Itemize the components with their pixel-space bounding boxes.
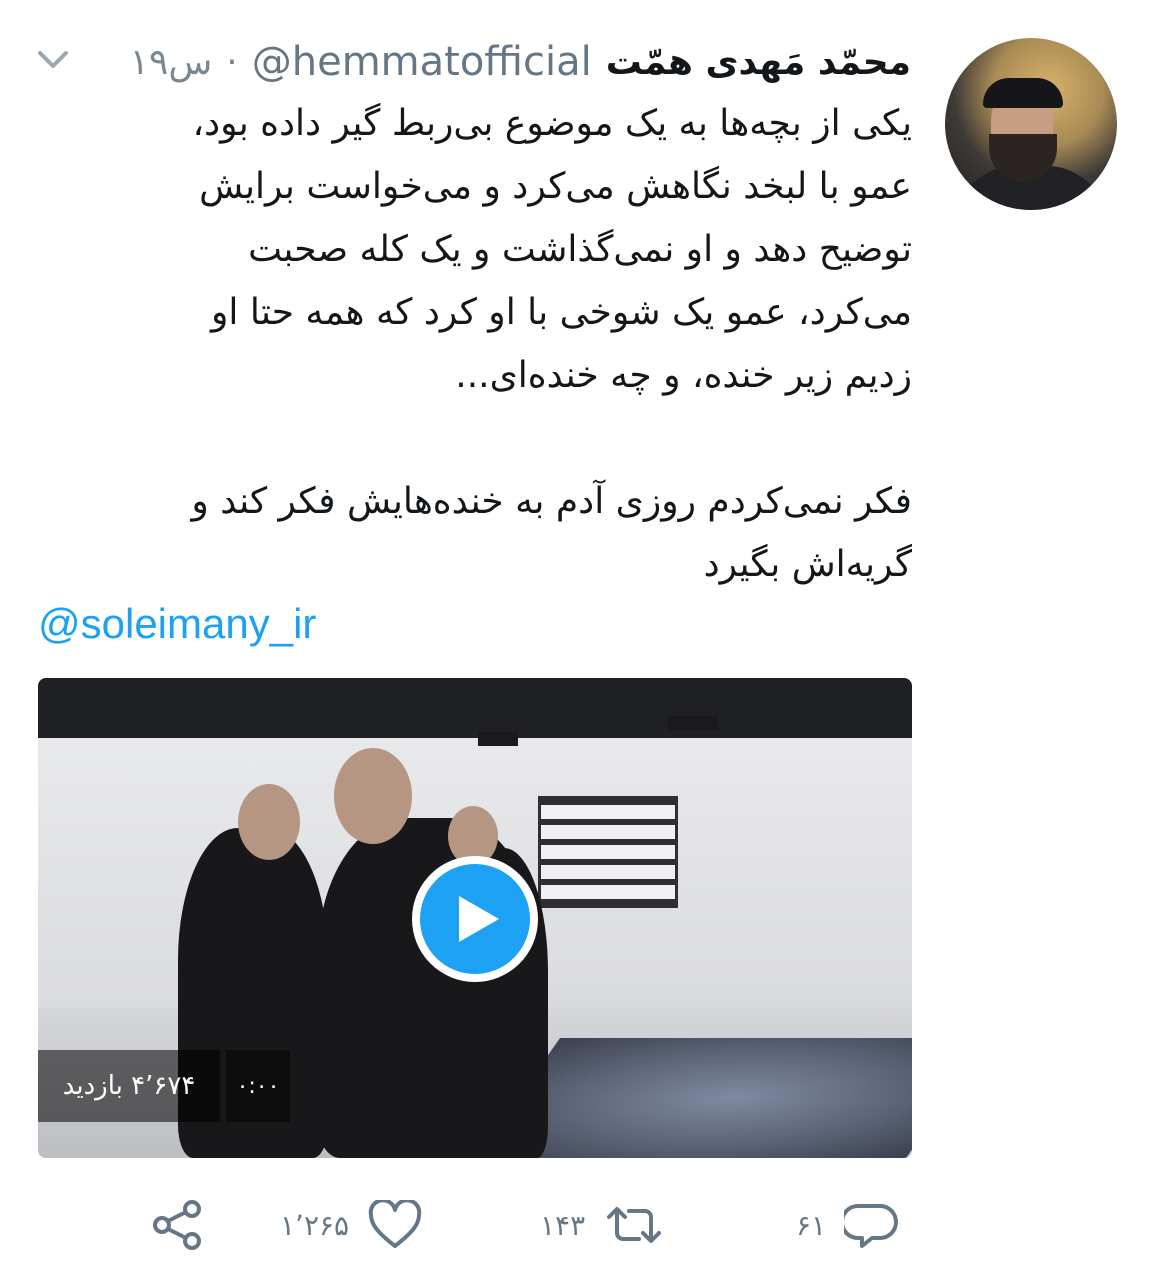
tweet-body: یکی از بچه‌ها به یک موضوع بی‌ربط گیر داد…: [191, 103, 912, 585]
video-scene-ceiling: [38, 678, 912, 738]
mention-link[interactable]: @soleimany_ir: [38, 600, 316, 648]
video-scene-person-head: [238, 784, 300, 860]
reply-count: ۶۱: [796, 1208, 827, 1242]
user-handle[interactable]: @hemmatofficial: [252, 39, 592, 85]
avatar[interactable]: [945, 38, 1117, 210]
tweet-header: ۱۹س · @hemmatofficial محمّد مَهدی همّت: [36, 34, 911, 90]
reply-icon: [844, 1204, 899, 1248]
separator-dot: ·: [226, 41, 238, 83]
reply-action[interactable]: ۶۱: [796, 1190, 900, 1260]
play-icon: [459, 896, 499, 942]
retweet-icon: [607, 1207, 662, 1243]
video-scene-window: [538, 796, 678, 908]
video-player[interactable]: ۴٬۶۷۴ بازدید ۰:۰۰: [38, 678, 912, 1158]
share-icon: [153, 1200, 201, 1250]
retweet-count: ۱۴۳: [540, 1208, 586, 1242]
duration-badge: ۰:۰۰: [226, 1050, 290, 1122]
user-display-name[interactable]: محمّد مَهدی همّت: [606, 42, 911, 83]
video-scene-person-head: [334, 748, 412, 844]
tweet-actions: ۶۱ ۱۴۳ ۱٬۲۶۵: [0, 1190, 1155, 1260]
heart-icon: [368, 1200, 422, 1248]
like-action[interactable]: ۱٬۲۶۵: [280, 1190, 423, 1260]
play-button[interactable]: [412, 856, 538, 982]
like-count: ۱٬۲۶۵: [280, 1208, 350, 1242]
chevron-down-icon[interactable]: [36, 47, 70, 77]
video-scene-vent: [478, 732, 518, 746]
retweet-action[interactable]: ۱۴۳: [540, 1190, 665, 1260]
tweet-timestamp[interactable]: ۱۹س: [130, 42, 213, 83]
avatar-cap: [983, 78, 1063, 108]
share-action[interactable]: [150, 1190, 206, 1260]
video-scene-vent: [668, 716, 718, 730]
view-count-badge: ۴٬۶۷۴ بازدید: [38, 1050, 220, 1122]
